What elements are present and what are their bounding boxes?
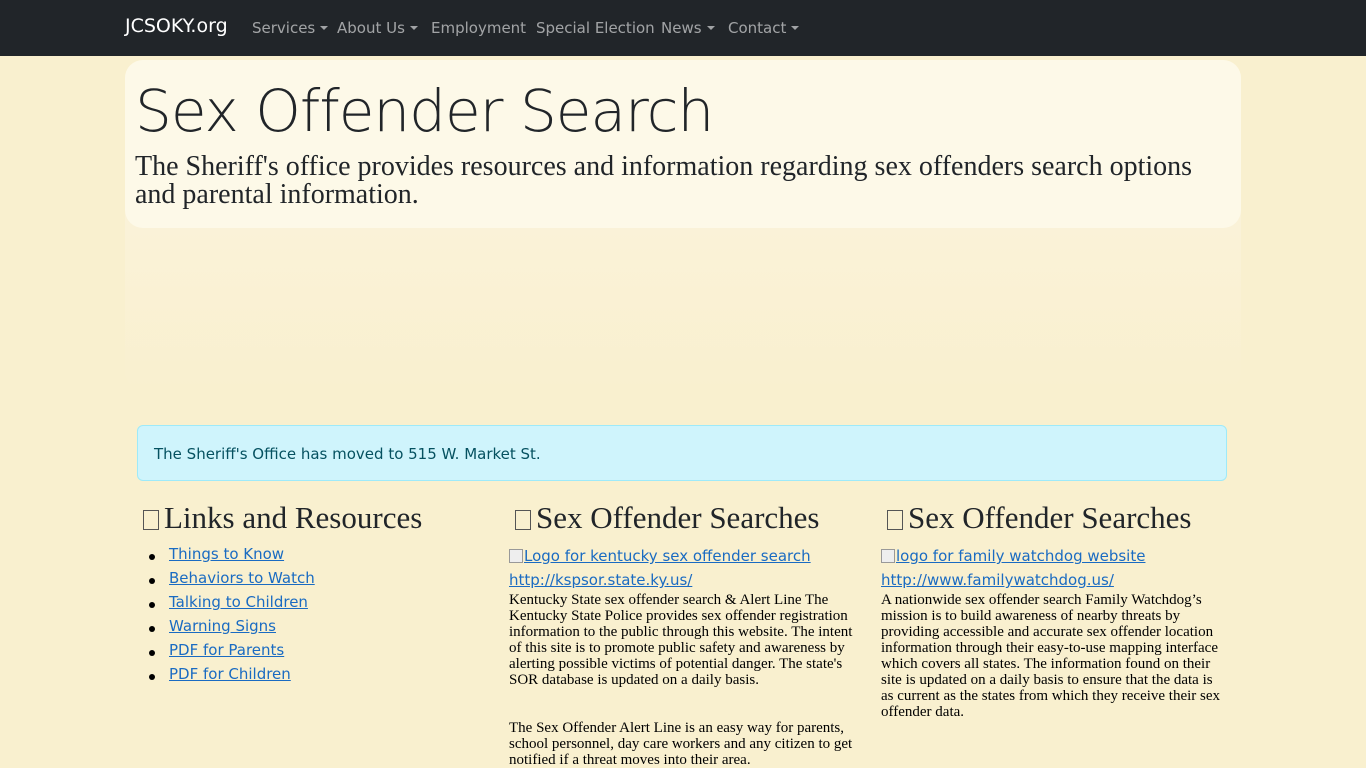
link-things-to-know[interactable]: Things to Know xyxy=(169,545,284,563)
broken-image-icon xyxy=(881,549,895,563)
kentucky-logo-link[interactable]: Logo for kentucky sex offender search xyxy=(509,547,811,565)
link-behaviors-to-watch[interactable]: Behaviors to Watch xyxy=(169,569,315,587)
kentucky-logo-alt: Logo for kentucky sex offender search xyxy=(524,547,811,565)
kentucky-alert-line-description: The Sex Offender Alert Line is an easy w… xyxy=(509,720,853,768)
resources-heading: Links and Resources xyxy=(143,500,483,536)
watchdog-heading: Sex Offender Searches xyxy=(887,500,1226,536)
watchdog-search-column: Sex Offender Searches logo for family wa… xyxy=(881,500,1226,768)
nav-services-label: Services xyxy=(252,19,316,37)
nav-contact[interactable]: Contact xyxy=(728,19,800,37)
nav-about-us[interactable]: About Us xyxy=(337,19,418,37)
nav-employment[interactable]: Employment xyxy=(431,19,526,37)
chevron-down-icon xyxy=(706,26,715,30)
missing-glyph-icon xyxy=(515,510,531,530)
watchdog-logo-link[interactable]: logo for family watchdog website xyxy=(881,547,1145,565)
navbar: JCSOKY.org Services About Us Employment … xyxy=(0,0,1366,56)
bullet-icon xyxy=(149,554,155,560)
chevron-down-icon xyxy=(409,26,418,30)
resources-heading-text: Links and Resources xyxy=(164,500,423,535)
link-talking-to-children[interactable]: Talking to Children xyxy=(169,593,308,611)
nav-contact-label: Contact xyxy=(728,19,787,37)
nav-news-label: News xyxy=(661,19,702,37)
missing-glyph-icon xyxy=(143,510,159,530)
alert-text: The Sheriff's Office has moved to 515 W.… xyxy=(154,445,541,463)
nav-about-us-label: About Us xyxy=(337,19,405,37)
kentucky-url-link[interactable]: http://kspsor.state.ky.us/ xyxy=(509,571,692,589)
page-lead: The Sheriff's office provides resources … xyxy=(135,151,1193,210)
link-pdf-for-children[interactable]: PDF for Children xyxy=(169,665,291,683)
bullet-icon xyxy=(149,578,155,584)
nav-special-election[interactable]: Special Election xyxy=(536,19,655,37)
kentucky-description: Kentucky State sex offender search & Ale… xyxy=(509,592,853,688)
resources-column: Links and Resources Things to Know Behav… xyxy=(143,500,483,720)
watchdog-heading-text: Sex Offender Searches xyxy=(908,500,1192,535)
brand-link[interactable]: JCSOKY.org xyxy=(125,15,228,37)
bullet-icon xyxy=(149,650,155,656)
broken-image-icon xyxy=(509,549,523,563)
watchdog-url-link[interactable]: http://www.familywatchdog.us/ xyxy=(881,571,1114,589)
bullet-icon xyxy=(149,674,155,680)
missing-glyph-icon xyxy=(887,510,903,530)
kentucky-search-column: Sex Offender Searches Logo for kentucky … xyxy=(509,500,859,768)
info-alert: The Sheriff's Office has moved to 515 W.… xyxy=(137,425,1227,481)
watchdog-logo-alt: logo for family watchdog website xyxy=(896,547,1146,565)
kentucky-heading-text: Sex Offender Searches xyxy=(536,500,820,535)
bullet-icon xyxy=(149,626,155,632)
link-pdf-for-parents[interactable]: PDF for Parents xyxy=(169,641,284,659)
bullet-icon xyxy=(149,602,155,608)
nav-services[interactable]: Services xyxy=(252,19,329,37)
chevron-down-icon xyxy=(320,26,329,30)
page-title: Sex Offender Search xyxy=(135,77,714,145)
chevron-down-icon xyxy=(791,26,800,30)
watchdog-description: A nationwide sex offender search Family … xyxy=(881,592,1221,720)
link-warning-signs[interactable]: Warning Signs xyxy=(169,617,276,635)
kentucky-heading: Sex Offender Searches xyxy=(515,500,859,536)
nav-news[interactable]: News xyxy=(661,19,715,37)
